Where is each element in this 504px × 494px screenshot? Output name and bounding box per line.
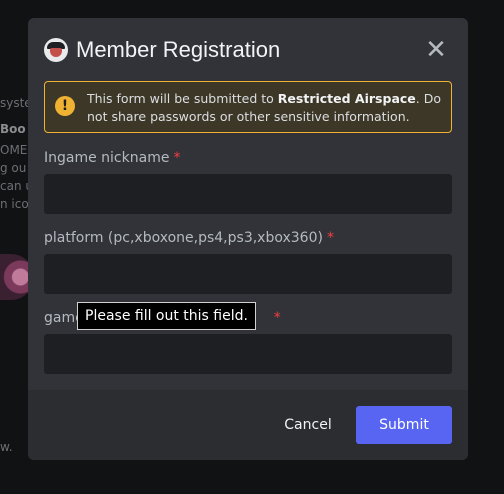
cancel-button[interactable]: Cancel [272, 406, 344, 444]
modal-title: Member Registration [76, 37, 281, 62]
warning-text: This form will be submitted to Restricte… [87, 91, 441, 124]
background-text: OME [0, 143, 28, 157]
modal-header: Member Registration ✕ [28, 18, 468, 78]
close-icon[interactable]: ✕ [424, 37, 448, 63]
required-marker: * [326, 230, 334, 246]
required-marker: * [273, 310, 281, 326]
app-avatar-icon [44, 38, 68, 62]
warning-icon: ! [55, 96, 75, 116]
background-text: syste [0, 96, 32, 110]
submit-button[interactable]: Submit [356, 406, 452, 444]
warning-banner: ! This form will be submitted to Restric… [44, 81, 452, 133]
validation-tooltip: Please fill out this field. [77, 302, 256, 330]
field-label-nickname: Ingame nickname * [44, 150, 181, 166]
required-marker: * [173, 150, 181, 166]
background-text: g ou [0, 161, 27, 175]
nickname-input[interactable] [44, 174, 452, 214]
background-text: w. [0, 440, 13, 454]
server-name: Restricted Airspace [277, 91, 416, 106]
field-label-platform: platform (pc,xboxone,ps4,ps3,xbox360) * [44, 230, 334, 246]
platform-input[interactable] [44, 254, 452, 294]
background-text: Boo [0, 122, 26, 136]
member-registration-modal: Member Registration ✕ ! This form will b… [28, 18, 468, 460]
game-input[interactable] [44, 334, 452, 374]
